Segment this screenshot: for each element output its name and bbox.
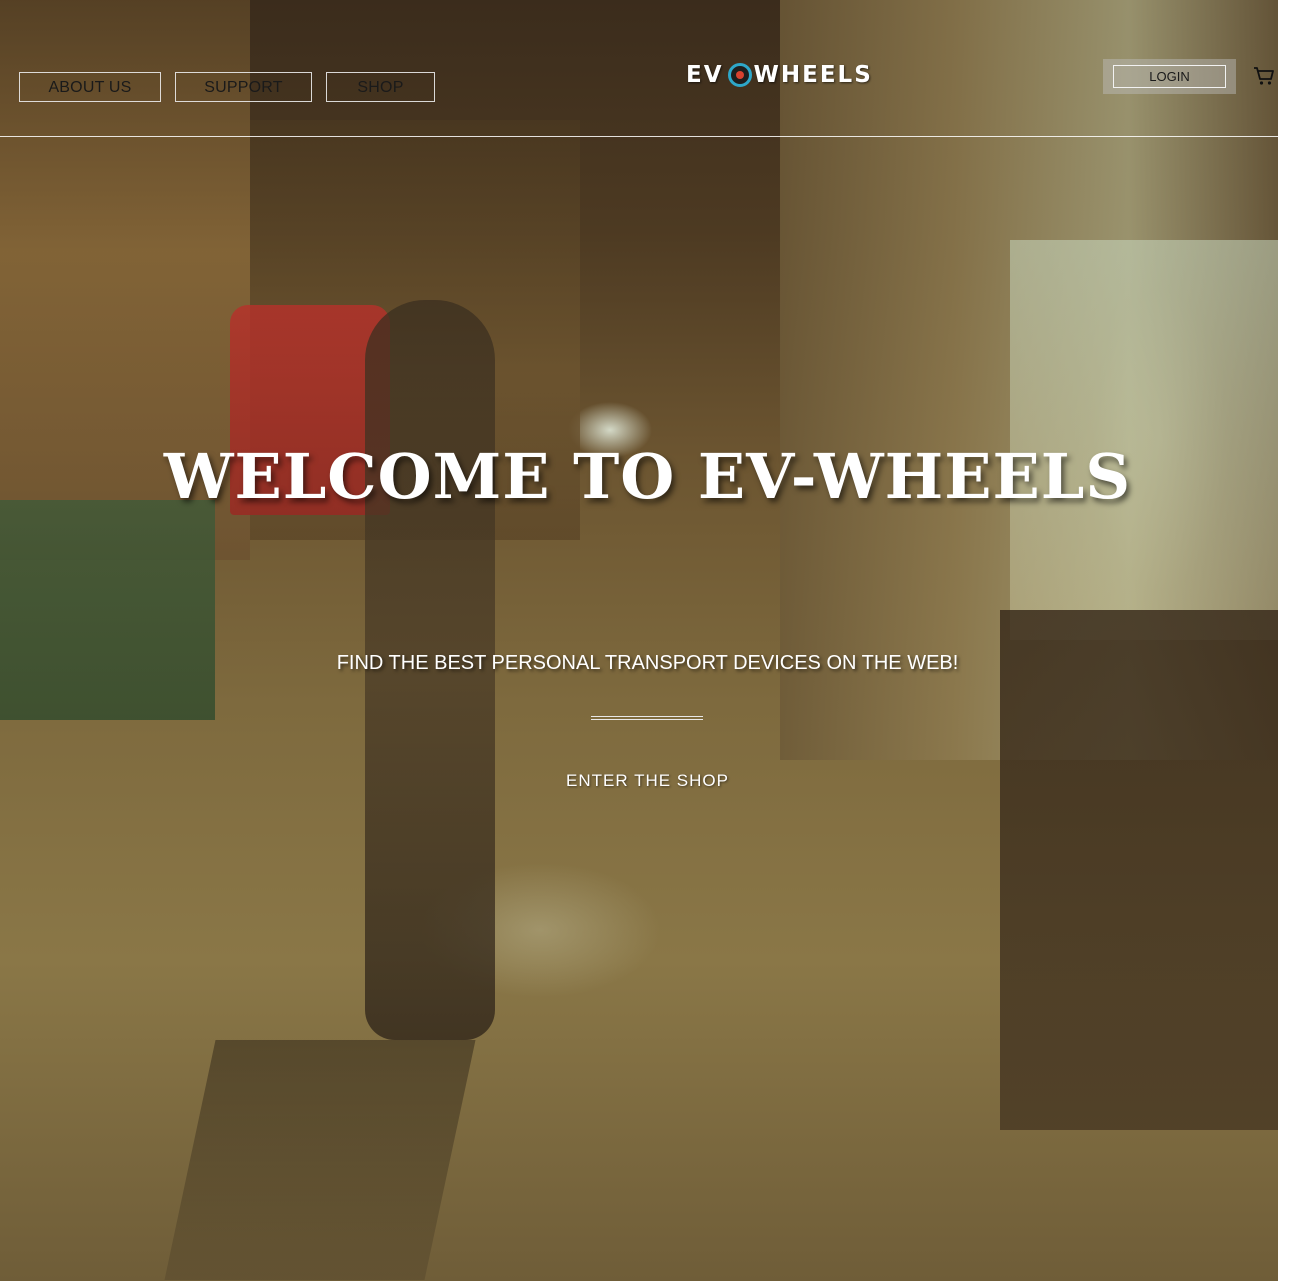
wheel-icon: [727, 63, 752, 87]
nav-support-button[interactable]: SUPPORT: [175, 72, 312, 102]
background-shopfront: [1000, 610, 1278, 1130]
site-logo[interactable]: EV WHEELS: [686, 58, 873, 92]
nav-shop-button[interactable]: SHOP: [326, 72, 435, 102]
nav-about-us-button[interactable]: ABOUT US: [19, 72, 161, 102]
hero-background: [0, 0, 1278, 1281]
logo-text-right: WHEELS: [753, 62, 873, 88]
hero-subtitle: FIND THE BEST PERSONAL TRANSPORT DEVICES…: [336, 652, 959, 674]
login-container: LOGIN: [1103, 59, 1236, 94]
background-barrier: [0, 500, 215, 720]
enter-shop-link[interactable]: ENTER THE SHOP: [566, 771, 729, 790]
enter-shop-link-row: ENTER THE SHOP: [0, 771, 1295, 791]
hero-divider: [591, 716, 703, 720]
cart-icon[interactable]: [1253, 66, 1275, 86]
background-rider-shadow: [164, 1040, 476, 1280]
hero-title: WELCOME TO EV-WHEELS: [163, 440, 1132, 513]
login-button[interactable]: LOGIN: [1113, 65, 1226, 88]
header-divider: [0, 136, 1278, 137]
logo-text-left: EV: [686, 62, 724, 88]
